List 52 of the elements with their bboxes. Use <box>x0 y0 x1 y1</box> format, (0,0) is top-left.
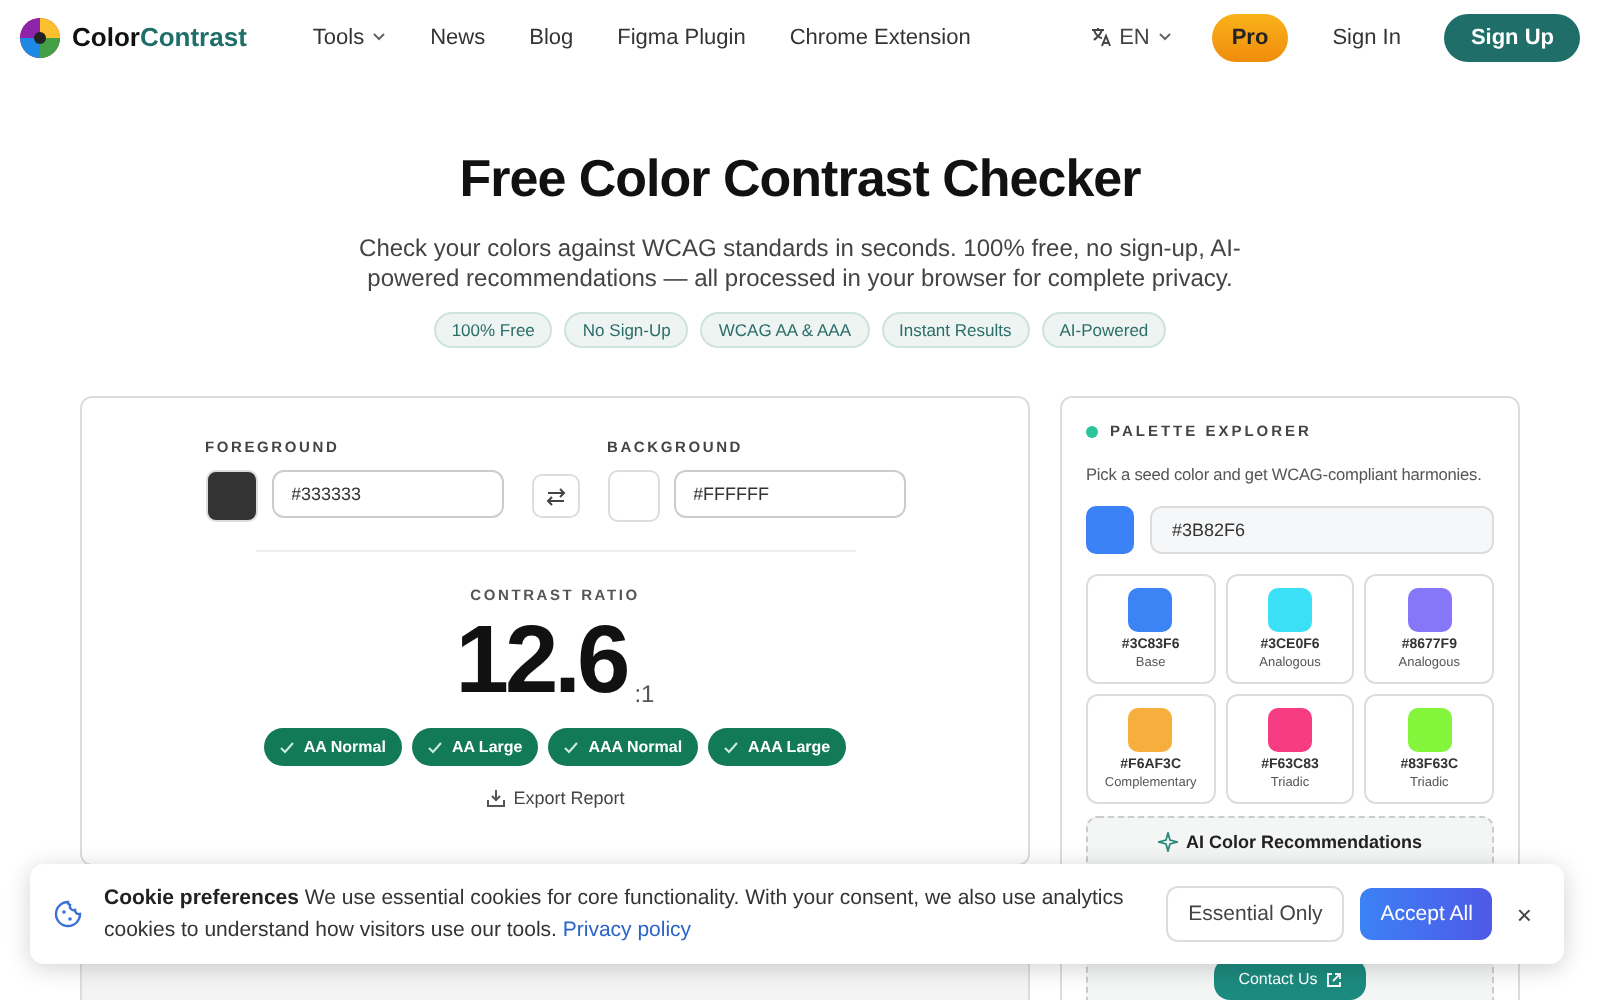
nav-link[interactable]: Tools <box>290 17 409 57</box>
essential-only-button[interactable]: Essential Only <box>1166 886 1345 942</box>
logo-icon[interactable] <box>20 17 60 57</box>
hex-input-field[interactable]: #FFFFFF <box>673 470 905 518</box>
check-icon <box>724 741 739 753</box>
language-selector[interactable]: EN <box>1077 23 1184 51</box>
seed-color-field[interactable]: #3B82F6 <box>1150 506 1494 554</box>
swap-icon <box>545 487 565 505</box>
ai-recommendations-title: AI Color Recommendations <box>1185 832 1422 852</box>
nav-link[interactable]: Chrome Extension <box>767 17 993 57</box>
accept-all-button[interactable]: Accept All <box>1360 888 1493 940</box>
result-badge: AAA Large <box>708 728 847 766</box>
color-swatch[interactable] <box>205 470 257 522</box>
hex-input-field[interactable]: #333333 <box>271 470 503 518</box>
nav-link[interactable]: Figma Plugin <box>595 17 768 57</box>
feature-badge: WCAG AA & AAA <box>700 312 869 348</box>
seed-swatch[interactable] <box>1086 506 1134 554</box>
page-title: Free Color Contrast Checker <box>459 148 1141 210</box>
check-icon <box>427 741 442 753</box>
feature-badge: AI-Powered <box>1041 312 1167 348</box>
status-dot-icon <box>1086 425 1098 437</box>
result-badge: AA Large <box>411 728 539 766</box>
privacy-policy-link[interactable]: Privacy policy <box>562 918 692 942</box>
close-button[interactable]: × <box>1508 899 1540 929</box>
result-badge: AAA Normal <box>548 728 699 766</box>
ratio-suffix: :1 <box>634 680 655 708</box>
feature-badge: No Sign-Up <box>564 312 689 348</box>
check-icon <box>564 741 579 753</box>
export-report-button[interactable]: Export Report <box>473 786 637 810</box>
contrast-ratio-value: 12.6 <box>455 616 627 708</box>
swap-button[interactable] <box>531 474 579 518</box>
feature-badge: Instant Results <box>881 312 1030 348</box>
check-icon <box>279 741 294 753</box>
cookie-message: Cookie preferences We use essential cookies for core functionality. With your consent, we also use analytics cookies to understand how visitors use our tools. Privacy policy <box>104 884 1126 946</box>
subtitle: Check your colors against WCAG standards in seconds. 100% free, no sign-up, AI-powered recommendations — all processed in your browser for complete privacy. <box>357 234 1243 294</box>
sign-up-button[interactable]: Sign Up <box>1444 13 1580 61</box>
pro-button[interactable]: Pro <box>1211 13 1289 61</box>
cookie-icon <box>54 900 82 928</box>
external-link-icon <box>1325 971 1342 987</box>
nav-link[interactable]: Blog <box>507 17 596 57</box>
chevron-down-icon <box>372 32 387 42</box>
result-badge: AA Normal <box>263 728 402 766</box>
sign-in-link[interactable]: Sign In <box>1320 23 1413 51</box>
feature-badge: 100% Free <box>433 312 553 348</box>
nav-link[interactable]: News <box>408 17 508 57</box>
chevron-down-icon <box>1157 32 1172 42</box>
palette-description: Pick a seed color and get WCAG-compliant harmonies. <box>1086 464 1484 484</box>
download-icon <box>485 788 506 808</box>
color-swatch[interactable] <box>607 470 659 522</box>
sparkle-icon <box>1157 832 1178 852</box>
translate-icon <box>1089 26 1112 48</box>
logo-text[interactable]: ColorContrast <box>72 22 247 52</box>
